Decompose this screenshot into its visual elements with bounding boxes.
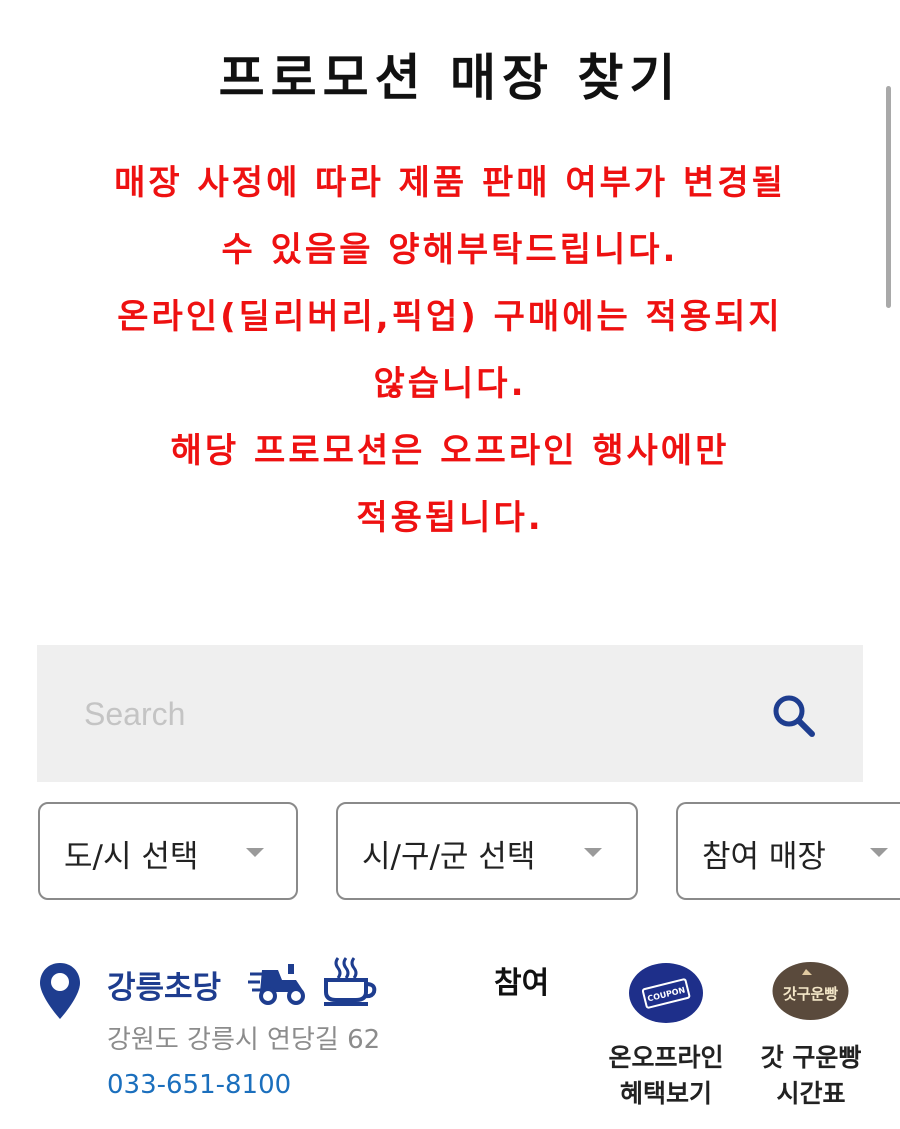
coupon-label-line1: 온오프라인 xyxy=(608,1043,724,1072)
notice-line: 해당 프로모션은 오프라인 행사에만 xyxy=(170,431,730,471)
gat-label-line1: 갓 구운빵 xyxy=(760,1043,862,1072)
search-input[interactable] xyxy=(84,689,724,739)
store-name[interactable]: 강릉초당 xyxy=(107,962,221,1007)
participation-badge: 참여 xyxy=(494,966,550,1001)
promotion-notice: 매장 사정에 따라 제품 판매 여부가 변경될 수 있음을 양해부탁드립니다. … xyxy=(20,158,880,560)
chevron-down-icon xyxy=(870,848,888,857)
coffee-icon xyxy=(324,957,377,1006)
participating-store-select-label: 참여 매장 xyxy=(702,839,826,875)
participating-store-select[interactable]: 참여 매장 xyxy=(676,802,900,900)
province-select-label: 도/시 선택 xyxy=(64,839,199,875)
search-bar xyxy=(37,645,863,782)
coupon-label-line2: 혜택보기 xyxy=(619,1079,712,1108)
gat-label-line2: 시간표 xyxy=(776,1079,846,1108)
notice-line: 않습니다. xyxy=(373,364,527,404)
store-address: 강원도 강릉시 연당길 62 xyxy=(107,1025,381,1055)
store-phone-link[interactable]: 033-651-8100 xyxy=(107,1070,291,1100)
notice-line: 온라인(딜리버리,픽업) 구매에는 적용되지 xyxy=(117,297,783,337)
online-offline-benefits-link[interactable]: 온오프라인 혜택보기 xyxy=(596,1040,736,1112)
fresh-bread-logo-text: 갓구운빵 xyxy=(783,985,838,1003)
chevron-down-icon xyxy=(584,848,602,857)
fresh-bread-logo-icon[interactable]: 갓구운빵 xyxy=(772,961,849,1021)
search-icon[interactable] xyxy=(770,692,818,740)
notice-line: 수 있음을 양해부탁드립니다. xyxy=(221,230,679,270)
scrollbar[interactable] xyxy=(886,86,891,308)
fresh-bread-schedule-link[interactable]: 갓 구운빵 시간표 xyxy=(742,1040,880,1112)
chevron-down-icon xyxy=(246,848,264,857)
notice-line: 매장 사정에 따라 제품 판매 여부가 변경될 xyxy=(114,163,786,203)
district-select[interactable]: 시/구/군 선택 xyxy=(336,802,638,900)
notice-line: 적용됩니다. xyxy=(356,498,544,538)
location-pin-icon xyxy=(40,963,80,1019)
district-select-label: 시/구/군 선택 xyxy=(362,839,536,875)
province-select[interactable]: 도/시 선택 xyxy=(38,802,298,900)
coupon-icon[interactable]: COUPON xyxy=(628,962,704,1024)
page-title: 프로모션 매장 찾기 xyxy=(218,49,682,107)
delivery-icon xyxy=(248,964,305,1005)
